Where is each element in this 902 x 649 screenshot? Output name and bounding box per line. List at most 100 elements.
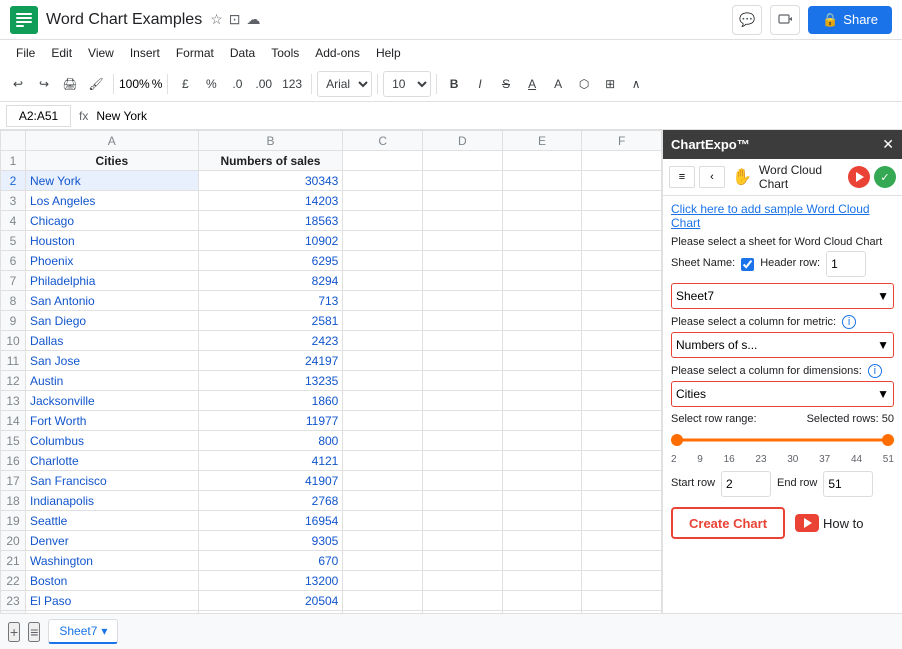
present-icon-btn[interactable] [770, 5, 800, 35]
menu-help[interactable]: Help [370, 44, 407, 62]
zoom-control[interactable]: 100% % [119, 77, 162, 91]
cell-sales-10[interactable]: 2423 [198, 331, 343, 351]
cell-sales-3[interactable]: 14203 [198, 191, 343, 211]
cell-sales-9[interactable]: 2581 [198, 311, 343, 331]
metric-select-dropdown[interactable]: Numbers of s... ▼ [671, 332, 894, 358]
panel-settings-button[interactable]: ✓ [874, 166, 896, 188]
star-icon[interactable]: ☆ [210, 11, 223, 28]
underline-button[interactable]: A [520, 71, 544, 97]
cell-sales-24[interactable]: 23383 [198, 611, 343, 614]
cell-sales-12[interactable]: 13235 [198, 371, 343, 391]
panel-menu-tab[interactable]: ≡ [669, 166, 695, 188]
cell-city-22[interactable]: Boston [26, 571, 199, 591]
panel-play-button[interactable] [848, 166, 870, 188]
how-to-label[interactable]: How to [823, 516, 863, 531]
cell-sales-7[interactable]: 8294 [198, 271, 343, 291]
print-button[interactable]: 🖨 [58, 71, 82, 97]
sample-chart-link[interactable]: Click here to add sample Word Cloud Char… [671, 202, 894, 230]
col-header-B[interactable]: B [198, 131, 343, 151]
cell-sales-4[interactable]: 18563 [198, 211, 343, 231]
number-format-button[interactable]: 123 [278, 71, 306, 97]
cell-city-16[interactable]: Charlotte [26, 451, 199, 471]
borders-button[interactable]: ⊞ [598, 71, 622, 97]
cell-city-21[interactable]: Washington [26, 551, 199, 571]
header-cities[interactable]: Cities [26, 151, 199, 171]
slider-thumb-left[interactable] [671, 434, 683, 446]
cell-sales-8[interactable]: 713 [198, 291, 343, 311]
cell-sales-18[interactable]: 2768 [198, 491, 343, 511]
cell-city-8[interactable]: San Antonio [26, 291, 199, 311]
cell-sales-13[interactable]: 1860 [198, 391, 343, 411]
cell-city-6[interactable]: Phoenix [26, 251, 199, 271]
comment-icon-btn[interactable]: 💬 [732, 5, 762, 35]
cell-sales-20[interactable]: 9305 [198, 531, 343, 551]
folder-icon[interactable]: ⊡ [229, 11, 241, 28]
currency-button[interactable]: £ [173, 71, 197, 97]
chevron-up-button[interactable]: ∧ [624, 71, 648, 97]
col-header-C[interactable]: C [343, 131, 423, 151]
youtube-icon[interactable] [795, 514, 819, 532]
cell-sales-5[interactable]: 10902 [198, 231, 343, 251]
menu-edit[interactable]: Edit [45, 44, 78, 62]
cell-sales-2[interactable]: 30343 [198, 171, 343, 191]
cell-reference-input[interactable] [6, 105, 71, 127]
cell-city-19[interactable]: Seattle [26, 511, 199, 531]
cell-city-12[interactable]: Austin [26, 371, 199, 391]
col-header-F[interactable]: F [582, 131, 662, 151]
row-range-slider[interactable] [671, 430, 894, 450]
paint-format-button[interactable]: 🖌 [84, 71, 108, 97]
slider-thumb-right[interactable] [882, 434, 894, 446]
cloud-icon[interactable]: ☁ [247, 11, 261, 28]
cell-city-3[interactable]: Los Angeles [26, 191, 199, 211]
cell-city-11[interactable]: San Jose [26, 351, 199, 371]
sheet-tab-sheet7[interactable]: Sheet7 ▾ [48, 619, 118, 644]
cell-sales-21[interactable]: 670 [198, 551, 343, 571]
font-family-select[interactable]: Arial [317, 71, 372, 97]
cell-sales-23[interactable]: 20504 [198, 591, 343, 611]
header-row-checkbox[interactable] [741, 258, 754, 271]
panel-close-button[interactable]: ✕ [882, 136, 894, 153]
decimal-decrease-button[interactable]: .0 [225, 71, 249, 97]
dimension-select-dropdown[interactable]: Cities ▼ [671, 381, 894, 407]
cell-city-24[interactable]: Nashville-Davidson [26, 611, 199, 614]
end-row-input[interactable] [823, 471, 873, 497]
cell-sales-17[interactable]: 41907 [198, 471, 343, 491]
cell-city-10[interactable]: Dallas [26, 331, 199, 351]
col-header-A[interactable]: A [26, 131, 199, 151]
decimal-increase-button[interactable]: .00 [251, 71, 276, 97]
strikethrough-button[interactable]: S [494, 71, 518, 97]
panel-back-tab[interactable]: ‹ [699, 166, 725, 188]
cell-city-9[interactable]: San Diego [26, 311, 199, 331]
undo-button[interactable]: ↩ [6, 71, 30, 97]
header-row-input[interactable] [826, 251, 866, 277]
cell-city-17[interactable]: San Francisco [26, 471, 199, 491]
cell-sales-16[interactable]: 4121 [198, 451, 343, 471]
cell-city-15[interactable]: Columbus [26, 431, 199, 451]
menu-format[interactable]: Format [170, 44, 220, 62]
cell-city-20[interactable]: Denver [26, 531, 199, 551]
bold-button[interactable]: B [442, 71, 466, 97]
menu-tools[interactable]: Tools [265, 44, 305, 62]
cell-city-13[interactable]: Jacksonville [26, 391, 199, 411]
col-header-E[interactable]: E [502, 131, 582, 151]
cell-city-7[interactable]: Philadelphia [26, 271, 199, 291]
add-sheet-button[interactable]: + [8, 622, 20, 642]
cell-city-5[interactable]: Houston [26, 231, 199, 251]
sheet-select-dropdown[interactable]: Sheet7 ▼ [671, 283, 894, 309]
menu-data[interactable]: Data [224, 44, 261, 62]
cell-city-23[interactable]: El Paso [26, 591, 199, 611]
col-header-D[interactable]: D [423, 131, 503, 151]
header-sales[interactable]: Numbers of sales [198, 151, 343, 171]
cell-city-14[interactable]: Fort Worth [26, 411, 199, 431]
menu-file[interactable]: File [10, 44, 41, 62]
cell-city-2[interactable]: New York [26, 171, 199, 191]
sheet-list-button[interactable]: ≡ [28, 622, 40, 642]
create-chart-button[interactable]: Create Chart [671, 507, 785, 539]
menu-view[interactable]: View [82, 44, 120, 62]
font-size-select[interactable]: 10 [383, 71, 431, 97]
cell-sales-14[interactable]: 11977 [198, 411, 343, 431]
menu-insert[interactable]: Insert [124, 44, 166, 62]
share-button[interactable]: 🔒 ChartExpo™ Share [808, 6, 892, 34]
text-color-button[interactable]: A [546, 71, 570, 97]
cell-sales-19[interactable]: 16954 [198, 511, 343, 531]
